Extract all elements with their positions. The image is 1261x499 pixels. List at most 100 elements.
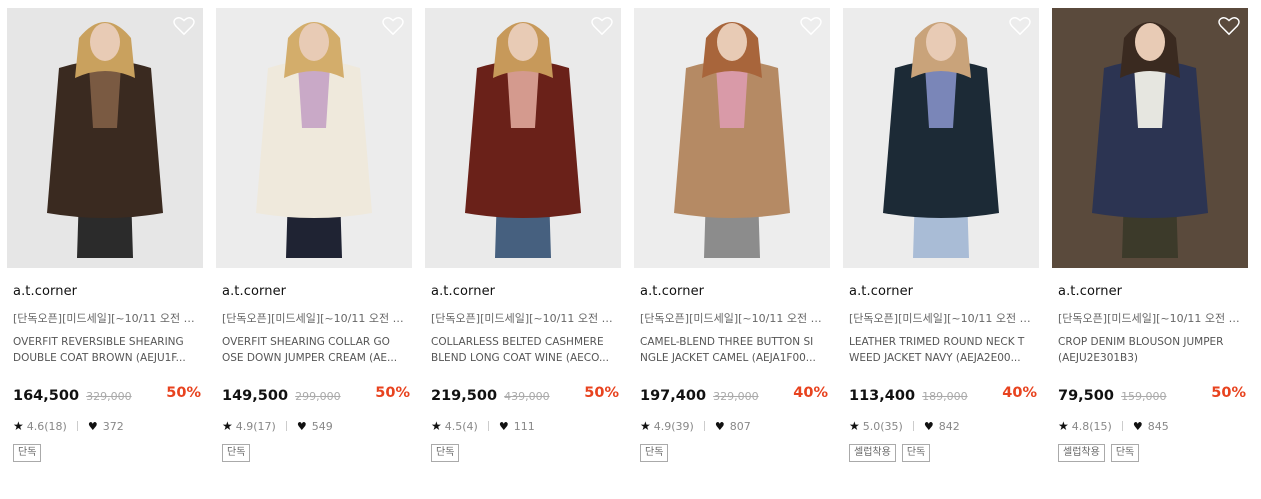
divider: [487, 421, 489, 431]
wishlist-heart-icon[interactable]: [382, 16, 404, 36]
heart-filled-icon: ♥: [923, 419, 934, 433]
brand-name[interactable]: a.t.corner: [431, 284, 495, 299]
product-name[interactable]: CROP DENIM BLOUSON JUMPER (AEJU2E301B3): [1058, 334, 1246, 366]
promo-text: [단독오픈][미드세일][~10/11 오전 10...: [13, 312, 201, 325]
product-name[interactable]: OVERFIT REVERSIBLE SHEARING DOUBLE COAT …: [13, 334, 201, 366]
product-meta: ★ 4.9(39) ♥ 807: [640, 419, 751, 433]
product-name-line: DOUBLE COAT BROWN (AEJU1F...: [13, 352, 186, 364]
divider: [912, 421, 914, 431]
discount-rate: 40%: [793, 385, 828, 401]
promo-text: [단독오픈][미드세일][~10/11 오전 10...: [640, 312, 828, 325]
star-icon: ★: [1058, 419, 1069, 433]
model-photo: [843, 8, 1039, 268]
product-card[interactable]: a.t.corner [단독오픈][미드세일][~10/11 오전 10... …: [1052, 8, 1248, 462]
product-tag: 셀럽착용: [1058, 444, 1105, 462]
sale-price: 149,500: [222, 388, 289, 404]
product-tag: 단독: [13, 444, 42, 462]
divider: [1121, 421, 1123, 431]
product-card[interactable]: a.t.corner [단독오픈][미드세일][~10/11 오전 10... …: [7, 8, 203, 462]
product-image[interactable]: [216, 8, 412, 268]
like-count: 549: [311, 419, 333, 433]
product-name-line: OSE DOWN JUMPER CREAM (AE...: [222, 352, 398, 364]
product-image[interactable]: [634, 8, 830, 268]
heart-filled-icon: ♥: [87, 419, 98, 433]
product-tag: 단독: [222, 444, 251, 462]
star-icon: ★: [431, 419, 442, 433]
price-row: 79,500 159,000 50%: [1058, 385, 1246, 405]
tag-list: 단독: [431, 444, 460, 462]
brand-name[interactable]: a.t.corner: [222, 284, 286, 299]
product-card[interactable]: a.t.corner [단독오픈][미드세일][~10/11 오전 10... …: [843, 8, 1039, 462]
rating-value: 4.6(18): [26, 419, 67, 433]
discount-rate: 50%: [166, 385, 201, 401]
product-name[interactable]: CAMEL-BLEND THREE BUTTON SI NGLE JACKET …: [640, 334, 828, 366]
like-count: 842: [938, 419, 960, 433]
star-icon: ★: [849, 419, 860, 433]
original-price: 159,000: [1121, 390, 1167, 403]
product-name-line: OVERFIT SHEARING COLLAR GO: [222, 336, 390, 348]
price-row: 164,500 329,000 50%: [13, 385, 201, 405]
discount-rate: 50%: [584, 385, 619, 401]
rating-value: 4.9(39): [653, 419, 694, 433]
divider: [76, 421, 78, 431]
tag-list: 단독: [640, 444, 669, 462]
sale-price: 219,500: [431, 388, 498, 404]
product-meta: ★ 4.5(4) ♥ 111: [431, 419, 535, 433]
wishlist-heart-icon[interactable]: [1218, 16, 1240, 36]
heart-filled-icon: ♥: [498, 419, 509, 433]
like-count: 111: [513, 419, 535, 433]
product-meta: ★ 4.6(18) ♥ 372: [13, 419, 124, 433]
like-count: 372: [102, 419, 124, 433]
tag-list: 셀럽착용 단독: [849, 444, 931, 462]
divider: [703, 421, 705, 431]
rating-value: 5.0(35): [862, 419, 903, 433]
product-image[interactable]: [843, 8, 1039, 268]
model-photo: [634, 8, 830, 268]
product-image[interactable]: [7, 8, 203, 268]
product-card[interactable]: a.t.corner [단독오픈][미드세일][~10/11 오전 10... …: [216, 8, 412, 462]
heart-filled-icon: ♥: [714, 419, 725, 433]
product-name[interactable]: COLLARLESS BELTED CASHMERE BLEND LONG CO…: [431, 334, 619, 366]
product-tag: 단독: [431, 444, 460, 462]
original-price: 329,000: [86, 390, 132, 403]
product-image[interactable]: [425, 8, 621, 268]
wishlist-heart-icon[interactable]: [1009, 16, 1031, 36]
rating-value: 4.9(17): [235, 419, 276, 433]
sale-price: 79,500: [1058, 388, 1114, 404]
product-name-line: LEATHER TRIMED ROUND NECK T: [849, 336, 1025, 348]
brand-name[interactable]: a.t.corner: [849, 284, 913, 299]
product-tag: 단독: [901, 444, 931, 462]
product-card[interactable]: a.t.corner [단독오픈][미드세일][~10/11 오전 10... …: [425, 8, 621, 462]
like-count: 807: [729, 419, 751, 433]
brand-name[interactable]: a.t.corner: [1058, 284, 1122, 299]
product-name-line: WEED JACKET NAVY (AEJA2E00...: [849, 352, 1021, 364]
model-photo: [1052, 8, 1248, 268]
price-row: 197,400 329,000 40%: [640, 385, 828, 405]
product-meta: ★ 4.9(17) ♥ 549: [222, 419, 333, 433]
model-photo: [7, 8, 203, 268]
price-row: 149,500 299,000 50%: [222, 385, 410, 405]
price-row: 219,500 439,000 50%: [431, 385, 619, 405]
heart-filled-icon: ♥: [1132, 419, 1143, 433]
original-price: 299,000: [295, 390, 341, 403]
brand-name[interactable]: a.t.corner: [640, 284, 704, 299]
product-meta: ★ 4.8(15) ♥ 845: [1058, 419, 1169, 433]
brand-name[interactable]: a.t.corner: [13, 284, 77, 299]
wishlist-heart-icon[interactable]: [173, 16, 195, 36]
star-icon: ★: [13, 419, 24, 433]
rating-value: 4.8(15): [1071, 419, 1112, 433]
product-name-line: BLEND LONG COAT WINE (AECO...: [431, 352, 609, 364]
product-name[interactable]: LEATHER TRIMED ROUND NECK T WEED JACKET …: [849, 334, 1037, 366]
original-price: 189,000: [922, 390, 968, 403]
product-card[interactable]: a.t.corner [단독오픈][미드세일][~10/11 오전 10... …: [634, 8, 830, 462]
product-grid: a.t.corner [단독오픈][미드세일][~10/11 오전 10... …: [0, 0, 1261, 499]
original-price: 329,000: [713, 390, 759, 403]
product-tag: 단독: [640, 444, 669, 462]
discount-rate: 50%: [1211, 385, 1246, 401]
product-name-line: NGLE JACKET CAMEL (AEJA1F00...: [640, 352, 816, 364]
product-image[interactable]: [1052, 8, 1248, 268]
product-name[interactable]: OVERFIT SHEARING COLLAR GO OSE DOWN JUMP…: [222, 334, 410, 366]
wishlist-heart-icon[interactable]: [800, 16, 822, 36]
wishlist-heart-icon[interactable]: [591, 16, 613, 36]
divider: [285, 421, 287, 431]
